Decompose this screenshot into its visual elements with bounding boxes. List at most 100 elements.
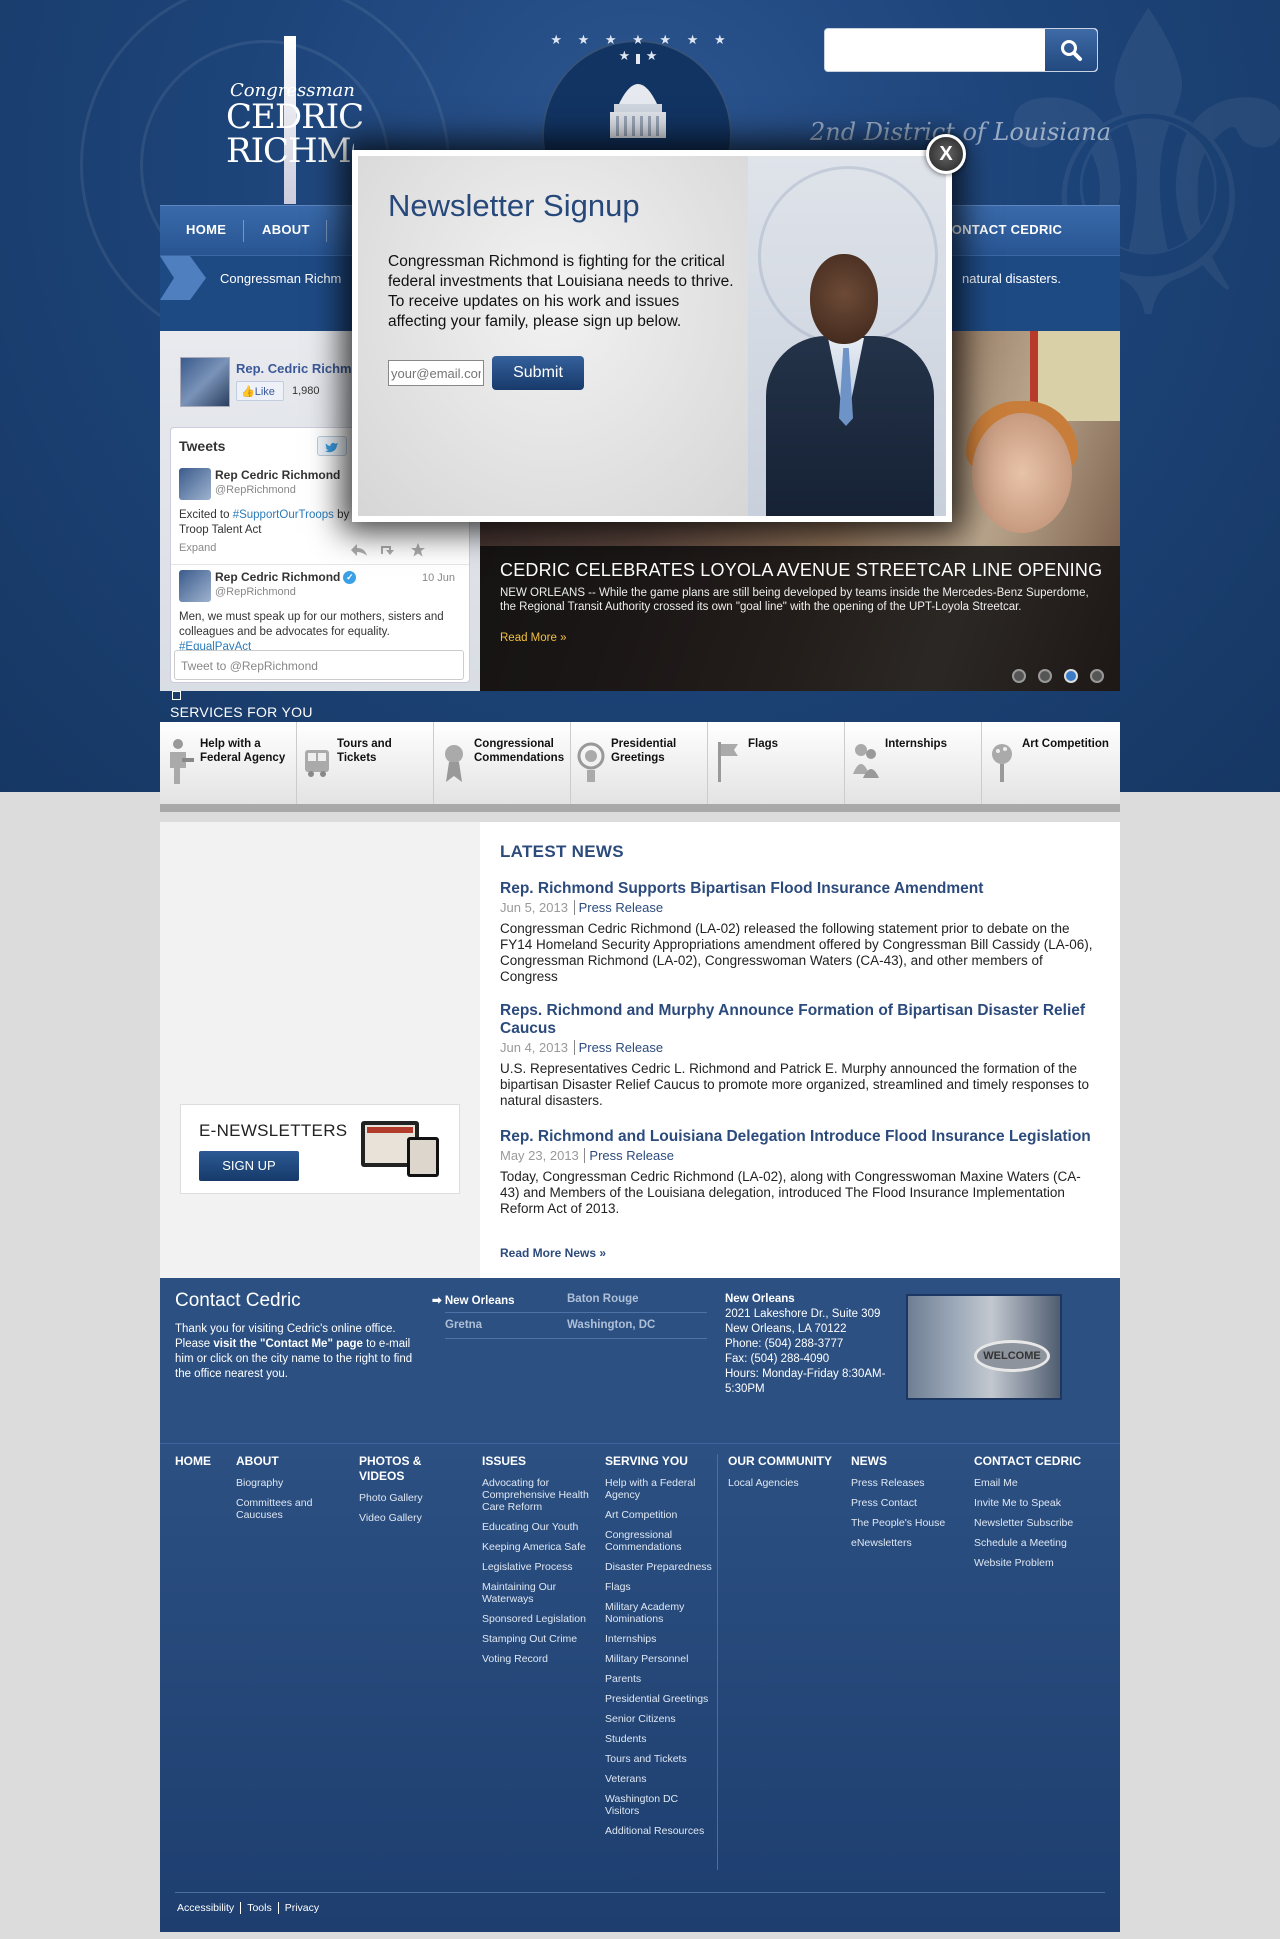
sitemap-link[interactable]: Photo Gallery: [359, 1492, 469, 1504]
slider-dot[interactable]: [1090, 669, 1104, 683]
reply-icon[interactable]: [351, 544, 367, 556]
favorite-star-icon[interactable]: [411, 543, 425, 557]
sitemap-link[interactable]: Website Problem: [974, 1557, 1084, 1569]
sitemap-link[interactable]: Educating Our Youth: [482, 1521, 592, 1533]
sitemap-link[interactable]: Maintaining Our Waterways: [482, 1581, 592, 1605]
sitemap-link[interactable]: Internships: [605, 1633, 715, 1645]
service-commendations[interactable]: Congressional Commendations: [434, 722, 571, 804]
tweet-expand-link[interactable]: Expand: [179, 542, 216, 554]
facebook-profile-image[interactable]: [180, 357, 230, 407]
sitemap-heading[interactable]: PHOTOS & VIDEOS: [359, 1454, 469, 1484]
service-art-competition[interactable]: Art Competition: [982, 722, 1119, 804]
modal-close-button[interactable]: X: [926, 134, 966, 174]
search-input[interactable]: [825, 29, 1047, 71]
twitter-follow-button[interactable]: [317, 436, 347, 456]
sitemap-link[interactable]: Schedule a Meeting: [974, 1537, 1084, 1549]
sitemap-link[interactable]: The People's House: [851, 1517, 961, 1529]
retweet-icon[interactable]: [379, 544, 397, 556]
sitemap-link[interactable]: eNewsletters: [851, 1537, 961, 1549]
tweet-avatar[interactable]: [179, 570, 211, 602]
sitemap-link[interactable]: Press Releases: [851, 1477, 961, 1489]
sitemap-link[interactable]: Legislative Process: [482, 1561, 592, 1573]
tweet-author-line[interactable]: Rep Cedric Richmond ✓: [215, 570, 357, 585]
slide-title[interactable]: CEDRIC CELEBRATES LOYOLA AVENUE STREETCA…: [500, 560, 1102, 581]
sitemap-link[interactable]: Parents: [605, 1673, 715, 1685]
slider-dot[interactable]: [1038, 669, 1052, 683]
modal-email-input[interactable]: [388, 360, 484, 386]
sitemap-heading[interactable]: ISSUES: [482, 1454, 592, 1469]
slide-read-more[interactable]: Read More »: [500, 632, 566, 644]
modal-submit-button[interactable]: Submit: [492, 356, 584, 390]
sitemap-link[interactable]: Stamping Out Crime: [482, 1633, 592, 1645]
sitemap-link[interactable]: Veterans: [605, 1773, 715, 1785]
news-title[interactable]: Reps. Richmond and Murphy Announce Forma…: [500, 1002, 1100, 1038]
sitemap-link[interactable]: Sponsored Legislation: [482, 1613, 592, 1625]
city-tab-washington[interactable]: Washington, DC: [567, 1319, 655, 1331]
facebook-like-button[interactable]: 👍Like: [236, 381, 284, 401]
enewsletter-signup-button[interactable]: SIGN UP: [199, 1151, 299, 1181]
sitemap-heading[interactable]: ABOUT: [236, 1454, 346, 1469]
sitemap-link[interactable]: Newsletter Subscribe: [974, 1517, 1084, 1529]
sitemap-link[interactable]: Additional Resources: [605, 1825, 715, 1837]
footer-link-accessibility[interactable]: Accessibility: [177, 1902, 234, 1914]
sitemap-heading[interactable]: OUR COMMUNITY: [728, 1454, 838, 1469]
sitemap-link[interactable]: Students: [605, 1733, 715, 1745]
sitemap-link[interactable]: Invite Me to Speak: [974, 1497, 1084, 1509]
sitemap-link[interactable]: Press Contact: [851, 1497, 961, 1509]
sitemap-link[interactable]: Flags: [605, 1581, 715, 1593]
news-category[interactable]: Press Release: [573, 900, 664, 915]
nav-contact-cedric[interactable]: CONTACT CEDRIC: [942, 222, 1062, 237]
slider-dot-active[interactable]: [1064, 669, 1078, 683]
service-presidential-greetings[interactable]: Presidential Greetings: [571, 722, 708, 804]
service-tours-tickets[interactable]: Tours and Tickets: [297, 722, 434, 804]
tweet-compose-input[interactable]: Tweet to @RepRichmond: [174, 650, 464, 680]
news-category[interactable]: Press Release: [573, 1040, 664, 1055]
sitemap-link[interactable]: Biography: [236, 1477, 346, 1489]
service-internships[interactable]: Internships: [845, 722, 982, 804]
sitemap-heading[interactable]: NEWS: [851, 1454, 961, 1469]
sitemap-heading[interactable]: CONTACT CEDRIC: [974, 1454, 1084, 1469]
service-flags[interactable]: Flags: [708, 722, 845, 804]
contact-me-link[interactable]: visit the "Contact Me" page: [213, 1338, 363, 1350]
modal-description: Congressman Richmond is fighting for the…: [388, 253, 734, 330]
sitemap-home[interactable]: HOME: [175, 1454, 225, 1469]
city-tab-baton-rouge[interactable]: Baton Rouge: [567, 1293, 639, 1305]
sitemap-link[interactable]: Help with a Federal Agency: [605, 1477, 715, 1501]
sitemap-link[interactable]: Military Academy Nominations: [605, 1601, 715, 1625]
sitemap-link[interactable]: Congressional Commendations: [605, 1529, 715, 1553]
sitemap-link[interactable]: Tours and Tickets: [605, 1753, 715, 1765]
news-title[interactable]: Rep. Richmond and Louisiana Delegation I…: [500, 1128, 1100, 1146]
nav-home[interactable]: HOME: [186, 222, 226, 237]
sitemap-link[interactable]: Keeping America Safe: [482, 1541, 592, 1553]
sitemap-link[interactable]: Local Agencies: [728, 1477, 838, 1489]
sitemap-link[interactable]: Voting Record: [482, 1653, 592, 1665]
sitemap-link[interactable]: Advocating for Comprehensive Health Care…: [482, 1477, 592, 1513]
tweet-hashtag-link[interactable]: #SupportOurTroops: [233, 509, 334, 521]
enewsletter-promo[interactable]: E-NEWSLETTERS SIGN UP: [180, 1104, 460, 1194]
nav-about[interactable]: ABOUT: [262, 222, 310, 237]
footer-link-tools[interactable]: Tools: [247, 1902, 272, 1914]
sitemap-link[interactable]: Art Competition: [605, 1509, 715, 1521]
sitemap-link[interactable]: Email Me: [974, 1477, 1084, 1489]
tweet-author[interactable]: Rep Cedric Richmond: [215, 468, 340, 482]
slider-dot[interactable]: [1012, 669, 1026, 683]
read-more-news-link[interactable]: Read More News »: [500, 1246, 606, 1260]
tweet-avatar[interactable]: [179, 468, 211, 500]
search-button[interactable]: [1045, 29, 1097, 71]
sitemap-link[interactable]: Senior Citizens: [605, 1713, 715, 1725]
sitemap-link[interactable]: Committees and Caucuses: [236, 1497, 346, 1521]
presidential-seal-icon: [577, 742, 605, 782]
city-tab-new-orleans[interactable]: ➡ New Orleans: [432, 1293, 515, 1307]
news-title[interactable]: Rep. Richmond Supports Bipartisan Flood …: [500, 880, 1100, 898]
sitemap-link[interactable]: Presidential Greetings: [605, 1693, 715, 1705]
news-category[interactable]: Press Release: [584, 1148, 674, 1163]
footer-link-privacy[interactable]: Privacy: [285, 1902, 319, 1914]
sitemap-heading[interactable]: SERVING YOU: [605, 1454, 715, 1469]
sitemap-link[interactable]: Military Personnel: [605, 1653, 715, 1665]
service-help-federal-agency[interactable]: Help with a Federal Agency: [160, 722, 297, 804]
city-tab-gretna[interactable]: Gretna: [445, 1319, 482, 1331]
sitemap-link[interactable]: Washington DC Visitors: [605, 1793, 715, 1817]
sitemap-link[interactable]: Video Gallery: [359, 1512, 469, 1524]
sitemap-link[interactable]: Disaster Preparedness: [605, 1561, 715, 1573]
tweet-date[interactable]: 10 Jun: [422, 572, 455, 584]
